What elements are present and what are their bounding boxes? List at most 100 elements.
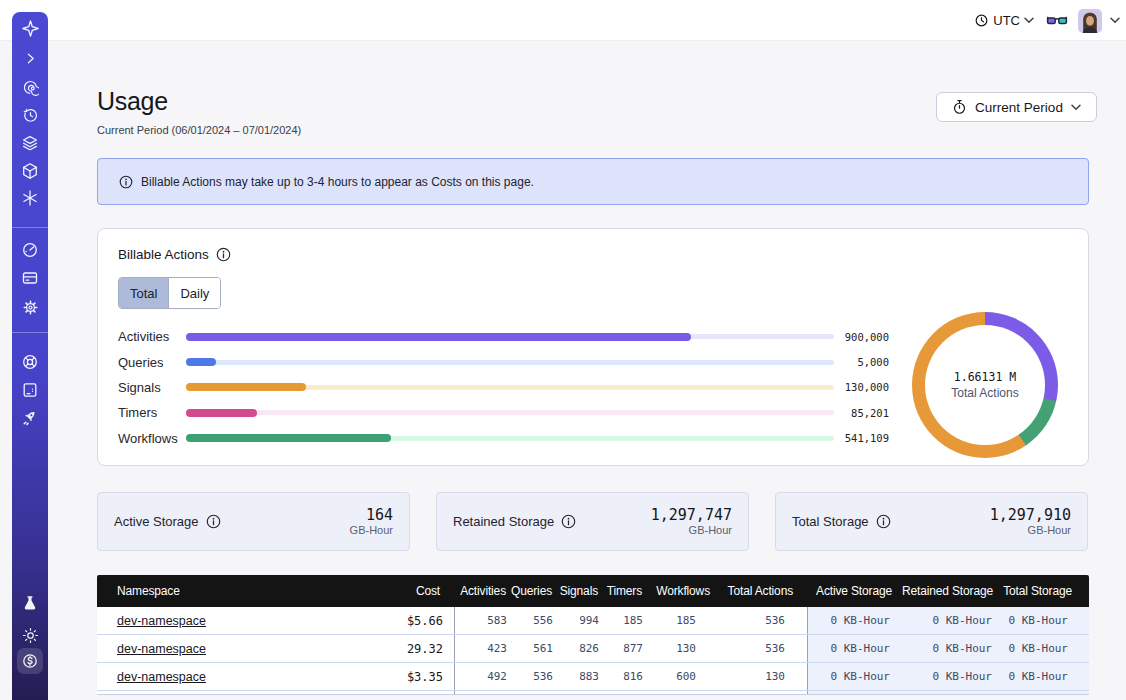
tab-total[interactable]: Total: [119, 278, 168, 308]
pricing-dollar-icon[interactable]: [12, 652, 48, 670]
bar-row-workflows: Workflows 541,109: [118, 426, 889, 451]
info-icon[interactable]: [561, 514, 576, 529]
active-storage-value: 164: [350, 507, 393, 524]
col-queries: Queries: [512, 575, 558, 607]
timezone-selector[interactable]: UTC: [974, 13, 1034, 28]
bar-fill: [186, 434, 391, 442]
glasses-icon[interactable]: [1046, 14, 1068, 28]
bar-value: 85,201: [834, 407, 889, 419]
retained-storage-unit: GB-Hour: [651, 524, 732, 537]
billable-actions-title: Billable Actions: [118, 247, 231, 262]
col-namespace: Namespace: [97, 575, 330, 607]
temporal-logo-icon[interactable]: [12, 19, 48, 37]
table-row: dev-namespace $5.66 583 556 994 185 185 …: [97, 607, 1089, 635]
bar-label: Signals: [118, 380, 186, 395]
table-row: dev-namespace 29.32 423 561 826 877 130 …: [97, 635, 1089, 663]
bar-track: [186, 360, 834, 365]
info-banner-text: Billable Actions may take up to 3-4 hour…: [141, 175, 534, 189]
topbar-controls: UTC: [974, 0, 1120, 41]
bar-row-activities: Activities 900,000: [118, 324, 889, 349]
avatar[interactable]: [1078, 9, 1102, 33]
topbar: UTC: [0, 0, 1126, 41]
total-actions-label: Total Actions: [951, 386, 1018, 400]
bar-fill: [186, 333, 691, 341]
namespace-link[interactable]: dev-namespace: [117, 614, 206, 628]
col-signals: Signals: [558, 575, 604, 607]
active-storage-unit: GB-Hour: [350, 524, 393, 537]
tab-daily[interactable]: Daily: [168, 278, 220, 308]
labs-flask-icon[interactable]: [12, 594, 48, 612]
donut-chart: 1.66131 M Total Actions: [912, 312, 1058, 458]
total-storage-label: Total Storage: [792, 514, 891, 529]
namespace-link[interactable]: dev-namespace: [117, 642, 206, 656]
bar-row-signals: Signals 130,000: [118, 375, 889, 400]
bar-track: [186, 385, 834, 390]
namespace-table: Namespace Cost Activities Queries Signal…: [97, 575, 1089, 695]
bar-track: [186, 334, 834, 339]
bar-track: [186, 436, 834, 441]
collapse-chevron-icon[interactable]: [12, 49, 48, 67]
col-retained-storage: Retained Storage: [902, 575, 1003, 607]
bar-label: Queries: [118, 355, 186, 370]
layers-icon[interactable]: [12, 134, 48, 152]
active-storage-card: Active Storage 164 GB-Hour: [97, 492, 410, 551]
info-banner: Billable Actions may take up to 3-4 hour…: [97, 158, 1089, 205]
period-selector-label: Current Period: [975, 100, 1063, 115]
col-total-storage: Total Storage: [1003, 575, 1089, 607]
clock-icon: [974, 13, 989, 28]
period-selector-button[interactable]: Current Period: [936, 92, 1097, 122]
table-header-row: Namespace Cost Activities Queries Signal…: [97, 575, 1089, 607]
bar-label: Activities: [118, 329, 186, 344]
stopwatch-icon: [952, 99, 967, 115]
namespaces-icon[interactable]: [12, 78, 48, 96]
col-total-actions: Total Actions: [714, 575, 807, 607]
billable-actions-card: Billable Actions Total Daily Activities …: [97, 228, 1089, 466]
bar-row-queries: Queries 5,000: [118, 349, 889, 374]
nexus-asterisk-icon[interactable]: [12, 189, 48, 207]
schedules-icon[interactable]: [12, 106, 48, 124]
info-icon[interactable]: [206, 514, 221, 529]
bar-row-timers: Timers 85,201: [118, 400, 889, 425]
release-notes-icon[interactable]: [12, 381, 48, 399]
active-storage-label: Active Storage: [114, 514, 221, 529]
col-workflows: Workflows: [648, 575, 714, 607]
retained-storage-label: Retained Storage: [453, 514, 576, 529]
info-icon[interactable]: [216, 247, 231, 262]
billable-bar-chart: Activities 900,000 Queries 5,000 Signals…: [118, 324, 889, 451]
bar-value: 5,000: [834, 356, 889, 368]
bar-fill: [186, 409, 257, 417]
theme-sun-icon[interactable]: [12, 626, 48, 644]
timezone-label: UTC: [993, 13, 1020, 28]
col-activities: Activities: [454, 575, 512, 607]
cost-value: $5.66: [330, 607, 454, 634]
col-timers: Timers: [604, 575, 648, 607]
donut-center: 1.66131 M Total Actions: [925, 325, 1045, 445]
cube-icon[interactable]: [12, 162, 48, 180]
bar-fill: [186, 383, 306, 391]
bar-value: 130,000: [834, 381, 889, 393]
support-lifebuoy-icon[interactable]: [12, 353, 48, 371]
usage-gauge-icon[interactable]: [12, 241, 48, 259]
bar-fill: [186, 358, 216, 366]
info-icon[interactable]: [876, 514, 891, 529]
table-row: dev-namespace $3.35 492 536 883 816 600 …: [97, 663, 1089, 691]
total-storage-unit: GB-Hour: [990, 524, 1071, 537]
settings-gear-icon[interactable]: [12, 298, 48, 316]
bar-label: Timers: [118, 405, 186, 420]
namespace-link[interactable]: dev-namespace: [117, 670, 206, 684]
bar-track: [186, 410, 834, 415]
chevron-down-icon: [1024, 17, 1034, 24]
bar-value: 541,109: [834, 432, 889, 444]
total-storage-card: Total Storage 1,297,910 GB-Hour: [775, 492, 1088, 551]
chevron-down-icon[interactable]: [1110, 17, 1120, 24]
retained-storage-value: 1,297,747: [651, 507, 732, 524]
info-icon: [119, 175, 133, 189]
rocket-icon[interactable]: [12, 409, 48, 427]
sidebar: [12, 12, 48, 700]
billing-card-icon[interactable]: [12, 269, 48, 287]
retained-storage-card: Retained Storage 1,297,747 GB-Hour: [436, 492, 749, 551]
page-subtitle: Current Period (06/01/2024 – 07/01/2024): [97, 124, 301, 136]
bar-label: Workflows: [118, 431, 186, 446]
total-actions-value: 1.66131 M: [954, 370, 1016, 384]
sidebar-divider: [12, 332, 48, 333]
